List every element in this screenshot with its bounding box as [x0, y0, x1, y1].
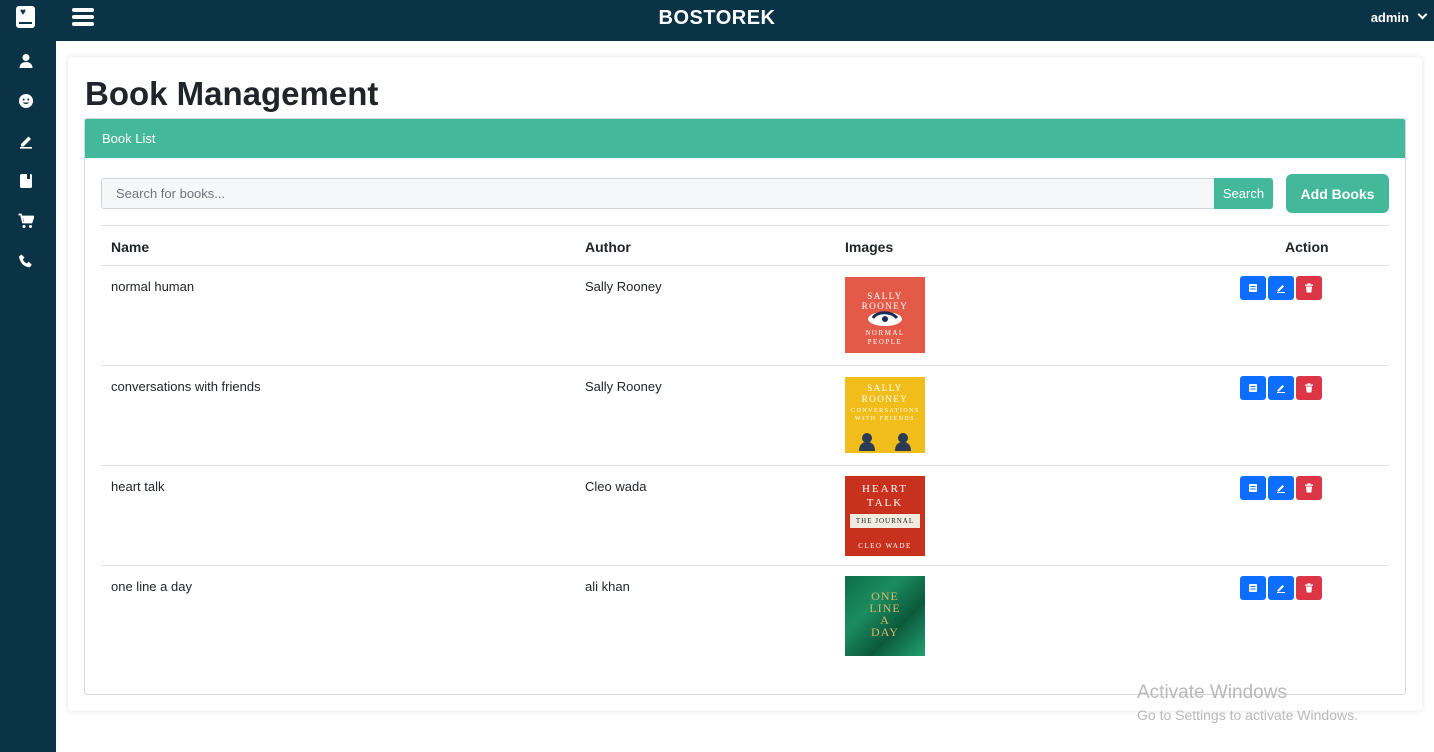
panel-header: Book List — [85, 119, 1405, 158]
pencil-icon — [1277, 285, 1285, 293]
cover-title-bottom: NORMAL PEOPLE — [865, 329, 905, 346]
view-icon — [1249, 484, 1257, 492]
phone-icon[interactable] — [18, 253, 34, 269]
book-list-panel: Book List Search Add Books Name Author I… — [84, 118, 1406, 695]
edit-button[interactable] — [1268, 276, 1294, 300]
trash-icon — [1305, 583, 1313, 593]
column-header-images: Images — [845, 239, 894, 255]
cover-title-top: ONE LINE A DAY — [869, 589, 901, 639]
search-input[interactable] — [101, 178, 1215, 209]
delete-button[interactable] — [1296, 276, 1322, 300]
pencil-icon — [1277, 485, 1285, 493]
edit-button[interactable] — [1268, 476, 1294, 500]
cover-title-top: HEART TALK — [861, 483, 908, 509]
book-cover-image: SALLY ROONEY NORMAL PEOPLE — [845, 277, 925, 353]
edit-button[interactable] — [1268, 576, 1294, 600]
user-menu[interactable]: admin — [1370, 9, 1428, 25]
search-button[interactable]: Search — [1214, 178, 1273, 209]
book-author: ali khan — [585, 579, 630, 594]
books-table: Name Author Images Action normal human S… — [101, 225, 1389, 666]
top-navbar — [0, 0, 1434, 41]
smiley-icon[interactable] — [18, 93, 34, 109]
book-author: Sally Rooney — [585, 379, 662, 394]
cover-title-bottom: CONVERSATIONS WITH FRIENDS — [851, 408, 920, 422]
user-icon[interactable] — [18, 53, 34, 69]
sidebar — [0, 0, 56, 752]
book-cover-image: ONE LINE A DAY — [845, 576, 925, 656]
table-header: Name Author Images Action — [101, 225, 1389, 266]
cover-title-top: SALLY ROONEY — [861, 383, 909, 404]
book-name: one line a day — [111, 579, 192, 594]
book-author: Sally Rooney — [585, 279, 662, 294]
book-name: heart talk — [111, 479, 165, 494]
book-author: Cleo wada — [585, 479, 647, 494]
book-name: normal human — [111, 279, 195, 294]
table-row: conversations with friends Sally Rooney … — [101, 366, 1389, 466]
column-header-name: Name — [111, 239, 150, 255]
view-icon — [1249, 584, 1257, 592]
book-cover-image: SALLY ROONEY CONVERSATIONS WITH FRIENDS — [845, 377, 925, 453]
row-actions — [1240, 576, 1324, 600]
cover-art — [868, 311, 902, 326]
view-button[interactable] — [1240, 476, 1266, 500]
view-icon — [1249, 384, 1257, 392]
trash-icon — [1305, 283, 1313, 293]
cover-title-bottom: CLEO WADE — [858, 542, 912, 550]
delete-button[interactable] — [1296, 576, 1322, 600]
trash-icon — [1305, 483, 1313, 493]
add-books-button[interactable]: Add Books — [1286, 174, 1389, 213]
chevron-down-icon — [1417, 9, 1428, 20]
view-button[interactable] — [1240, 376, 1266, 400]
edit-icon[interactable] — [18, 133, 34, 149]
page-title: Book Management — [85, 75, 379, 112]
book-cover-image: HEART TALK THE JOURNAL CLEO WADE — [845, 476, 925, 556]
column-header-action: Action — [1285, 239, 1329, 255]
pencil-icon — [1277, 585, 1285, 593]
edit-button[interactable] — [1268, 376, 1294, 400]
view-icon — [1249, 284, 1257, 292]
book-icon[interactable] — [18, 173, 34, 189]
delete-button[interactable] — [1296, 476, 1322, 500]
row-actions — [1240, 476, 1324, 500]
user-name: admin — [1370, 10, 1409, 25]
cart-icon[interactable] — [18, 213, 34, 229]
cover-art — [859, 433, 911, 451]
book-name: conversations with friends — [111, 379, 261, 394]
cover-subtitle: THE JOURNAL — [850, 514, 920, 528]
table-row: heart talk Cleo wada HEART TALK THE JOUR… — [101, 466, 1389, 566]
hamburger-menu-icon[interactable] — [72, 8, 94, 26]
trash-icon — [1305, 383, 1313, 393]
view-button[interactable] — [1240, 276, 1266, 300]
delete-button[interactable] — [1296, 376, 1322, 400]
column-header-author: Author — [585, 239, 631, 255]
table-row: one line a day ali khan ONE LINE A DAY — [101, 566, 1389, 666]
row-actions — [1240, 276, 1324, 300]
table-row: normal human Sally Rooney SALLY ROONEY N… — [101, 266, 1389, 366]
pencil-icon — [1277, 385, 1285, 393]
view-button[interactable] — [1240, 576, 1266, 600]
logo-icon[interactable]: ♥ — [16, 6, 35, 28]
row-actions — [1240, 376, 1324, 400]
